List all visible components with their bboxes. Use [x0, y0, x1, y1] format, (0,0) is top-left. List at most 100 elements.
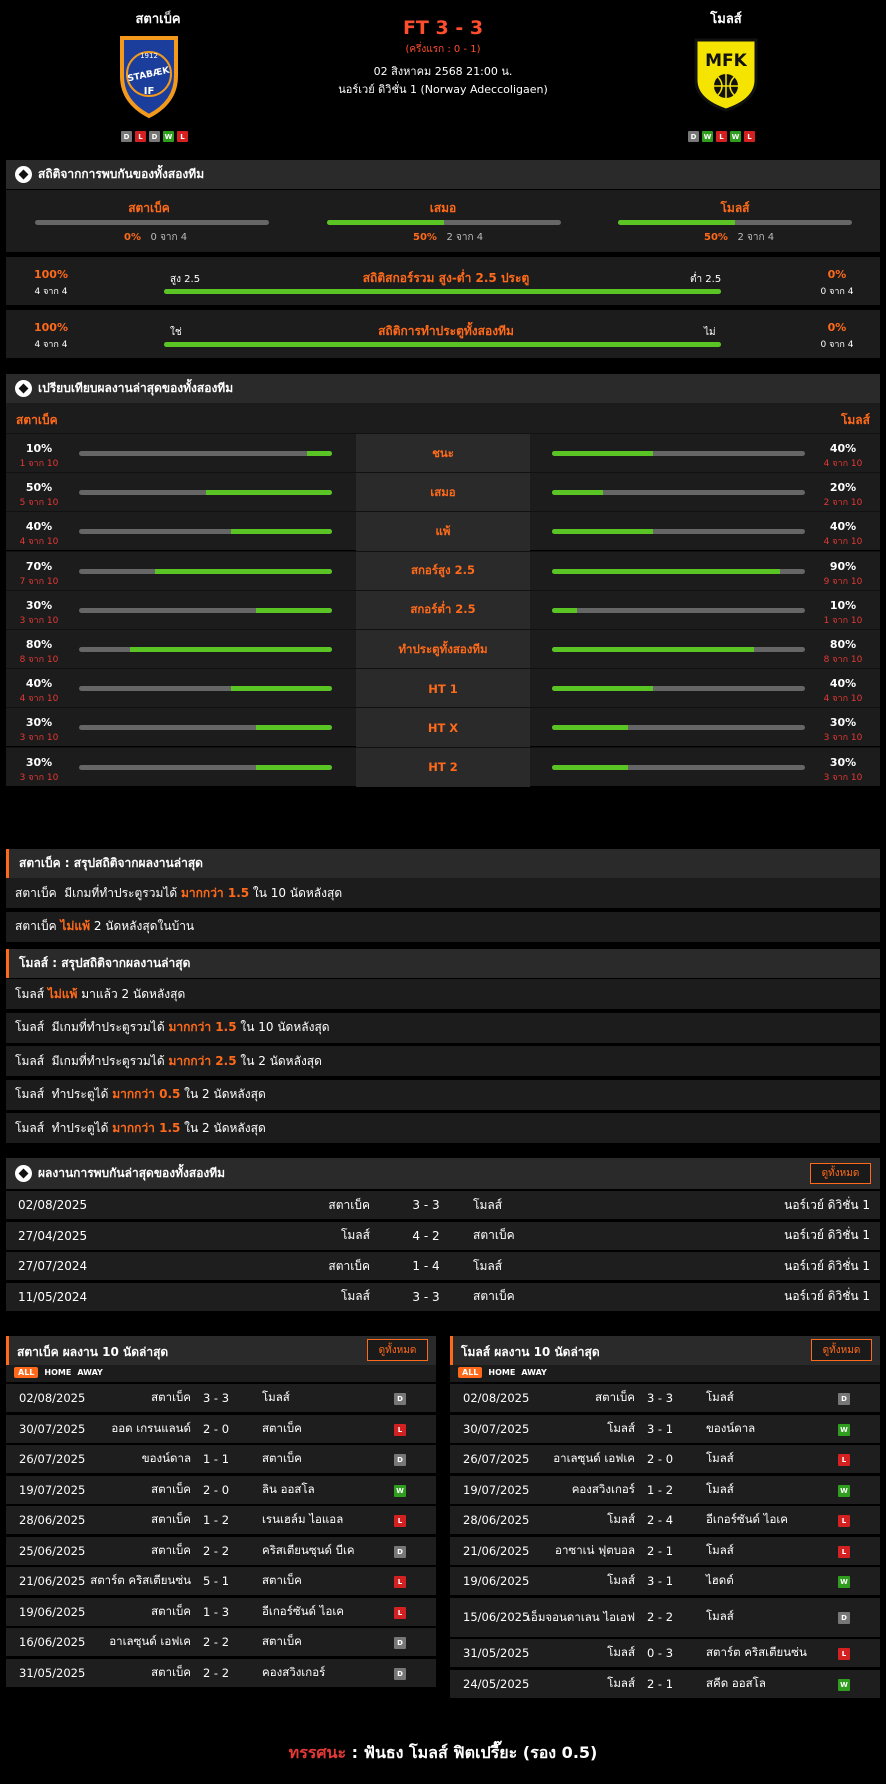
- home-logo-year: 1912: [140, 52, 158, 60]
- last10-date: 16/06/2025: [19, 1635, 86, 1649]
- home-last10-view-all-button[interactable]: ดูทั้งหมด: [367, 1339, 428, 1361]
- compare-row: 70% 7 จาก 10 สกอร์สูง 2.5 90% 9 จาก 10: [6, 550, 880, 591]
- compare-title: เปรียบเทียบผลงานล่าสุดของทั้งสองทีม: [38, 381, 234, 395]
- home-team-logo[interactable]: 1912 STABÆK IF: [118, 32, 180, 122]
- compare-row-label: สกอร์สูง 2.5: [356, 551, 530, 591]
- summary-highlight: ไม่แพ้: [47, 986, 78, 1001]
- last10-row: 31/05/2025 โมลส์ 0 - 3 สตาร์ต คริสเตียนซ่น L: [450, 1639, 880, 1667]
- h2h-home-team: สตาเบ็ค: [328, 1197, 370, 1212]
- compare-row: 30% 3 จาก 10 HT 2 30% 3 จาก 10: [6, 746, 880, 787]
- tab-all[interactable]: ALL: [14, 1367, 39, 1378]
- tab-home[interactable]: HOME: [44, 1368, 71, 1377]
- compare-home-bar-fill: [129, 647, 332, 652]
- compare-header: เปรียบเทียบผลงานล่าสุดของทั้งสองทีม: [6, 374, 880, 403]
- result-badge: D: [394, 1454, 406, 1466]
- last10-away-team: ของน์ดาล: [706, 1420, 756, 1435]
- away-team-name[interactable]: โมลส์: [646, 8, 806, 29]
- last10-home-team: สตาเบ็ค: [151, 1542, 191, 1557]
- last10-away-team: โมลส์: [706, 1390, 734, 1404]
- compare-home-bar: [79, 607, 332, 613]
- match-league: นอร์เวย์ ดิวิชั่น 1 (Norway Adeccoligaen…: [338, 83, 548, 96]
- ou-over-pct: 100%: [34, 268, 68, 281]
- h2h-away-value: 50% 2 จาก 4: [704, 232, 775, 243]
- match-score: FT 3 - 3: [402, 17, 484, 39]
- last10-row: 19/06/2025 โมลส์ 3 - 1 ไฮดต์ W: [450, 1567, 880, 1595]
- compare-row-label: ทำประตูทั้งสองทีม: [356, 630, 530, 669]
- tab-home[interactable]: HOME: [488, 1368, 515, 1377]
- home-form-guide: DLDWL: [121, 131, 188, 142]
- last10-score: 0 - 3: [646, 1646, 674, 1660]
- compare-away-bar-fill: [552, 490, 603, 496]
- last10-score: 2 - 1: [646, 1543, 674, 1558]
- compare-home-pct: 10%: [25, 442, 53, 455]
- football-icon: [15, 166, 32, 183]
- h2h-home-team: โมลส์: [340, 1228, 370, 1242]
- compare-away-bar: [552, 764, 805, 770]
- btts-no-pct: 0%: [827, 321, 847, 334]
- form-badge: D: [149, 131, 160, 142]
- compare-home-bar-fill: [256, 725, 332, 731]
- match-date: 02 สิงหาคม 2568 21:00 น.: [373, 65, 513, 78]
- last10-home-team: โมลส์: [607, 1645, 635, 1659]
- tab-away[interactable]: AWAY: [77, 1368, 103, 1377]
- compare-away-count: 3 จาก 10: [823, 772, 863, 783]
- compare-away-pct: 30%: [829, 716, 857, 730]
- compare-team-row: สตาเบ็ค โมลส์: [6, 403, 880, 433]
- summary-highlight: มากกว่า 2.5: [168, 1053, 237, 1068]
- compare-home-count: 1 จาก 10: [19, 459, 59, 469]
- btts-no-label: ไม่: [704, 327, 716, 338]
- summary-text: สตาเบ็ค มีเกมที่ทำประตูรวมได้: [15, 885, 182, 900]
- home-team-name[interactable]: สตาเบ็ค: [78, 8, 238, 29]
- compare-away-pct: 10%: [829, 598, 857, 612]
- last10-away-team: โมลส์: [706, 1609, 734, 1623]
- h2h-result-row: 27/07/2024 สตาเบ็ค 1 - 4 โมลส์ นอร์เวย์ ดิวิ…: [6, 1252, 880, 1280]
- compare-home-bar-fill: [154, 568, 332, 574]
- summary-highlight: มากกว่า 1.5: [181, 885, 250, 900]
- compare-away-bar-fill: [552, 725, 628, 731]
- compare-row-label: เสมอ: [356, 473, 530, 513]
- compare-away-bar: [552, 529, 805, 535]
- result-badge: L: [394, 1515, 406, 1527]
- away-team-logo[interactable]: MFK: [692, 36, 760, 112]
- compare-home-count: 3 จาก 10: [19, 772, 59, 783]
- last10-date: 15/06/2025: [463, 1610, 530, 1624]
- h2h-date: 11/05/2024: [18, 1289, 88, 1304]
- btts-yes-label: ใช่: [170, 327, 182, 338]
- form-badge: W: [702, 131, 713, 142]
- h2h-home-label: สตาเบ็ค: [128, 201, 170, 215]
- compare-away-bar: [552, 686, 805, 692]
- compare-row: 50% 5 จาก 10 เสมอ 20% 2 จาก 10: [6, 472, 880, 513]
- h2h-draw-label: เสมอ: [429, 201, 457, 215]
- compare-away-bar: [552, 568, 805, 574]
- football-icon: [15, 1165, 32, 1182]
- last10-date: 26/07/2025: [19, 1452, 86, 1466]
- result-badge: L: [394, 1423, 406, 1436]
- last10-home-team: สตาร์ต คริสเตียนซ่น: [90, 1573, 191, 1587]
- tab-all[interactable]: ALL: [458, 1367, 483, 1378]
- prediction: ทรรศนะ : ฟันธง โมลส์ ฟิตเปรี๊ยะ (รอง 0.5…: [0, 1741, 886, 1766]
- h2h-league: นอร์เวย์ ดิวิชั่น 1: [784, 1289, 870, 1303]
- compare-away-count: 1 จาก 10: [823, 615, 863, 626]
- ou-panel: 100% 4 จาก 4 สูง 2.5 สถิติสกอร์รวม สูง-ต…: [6, 257, 880, 305]
- compare-home-bar: [79, 490, 332, 496]
- last10-home-team: อาเลซุนด์ เอฟเค: [109, 1634, 191, 1648]
- last10-away-team: ไฮดต์: [706, 1573, 734, 1587]
- away-last10-view-all-button[interactable]: ดูทั้งหมด: [811, 1339, 872, 1361]
- last10-home-team: คองสวิงเกอร์: [571, 1481, 635, 1496]
- last10-score: 5 - 1: [202, 1574, 230, 1588]
- tab-away[interactable]: AWAY: [521, 1368, 547, 1377]
- result-badge: D: [394, 1667, 406, 1680]
- compare-home-pct: 40%: [25, 520, 53, 534]
- compare-row: 40% 4 จาก 10 แพ้ 40% 4 จาก 10: [6, 511, 880, 552]
- btts-panel: 100% 4 จาก 4 ใช่ สถิติการทำประตูทั้งสองท…: [6, 310, 880, 358]
- h2h-view-all-button[interactable]: ดูทั้งหมด: [810, 1163, 871, 1184]
- last10-away-team: โมลส์: [262, 1390, 290, 1404]
- last10-date: 28/06/2025: [19, 1513, 86, 1527]
- compare-away-count: 9 จาก 10: [823, 576, 863, 587]
- compare-home-pct: 30%: [25, 598, 53, 612]
- h2h-stats-header: สถิติจากการพบกันของทั้งสองทีม: [6, 160, 880, 189]
- last10-score: 1 - 3: [202, 1604, 230, 1619]
- h2h-league: นอร์เวย์ ดิวิชั่น 1: [784, 1228, 870, 1242]
- ou-under-count: 0 จาก 4: [820, 287, 854, 297]
- last10-date: 25/06/2025: [19, 1543, 86, 1558]
